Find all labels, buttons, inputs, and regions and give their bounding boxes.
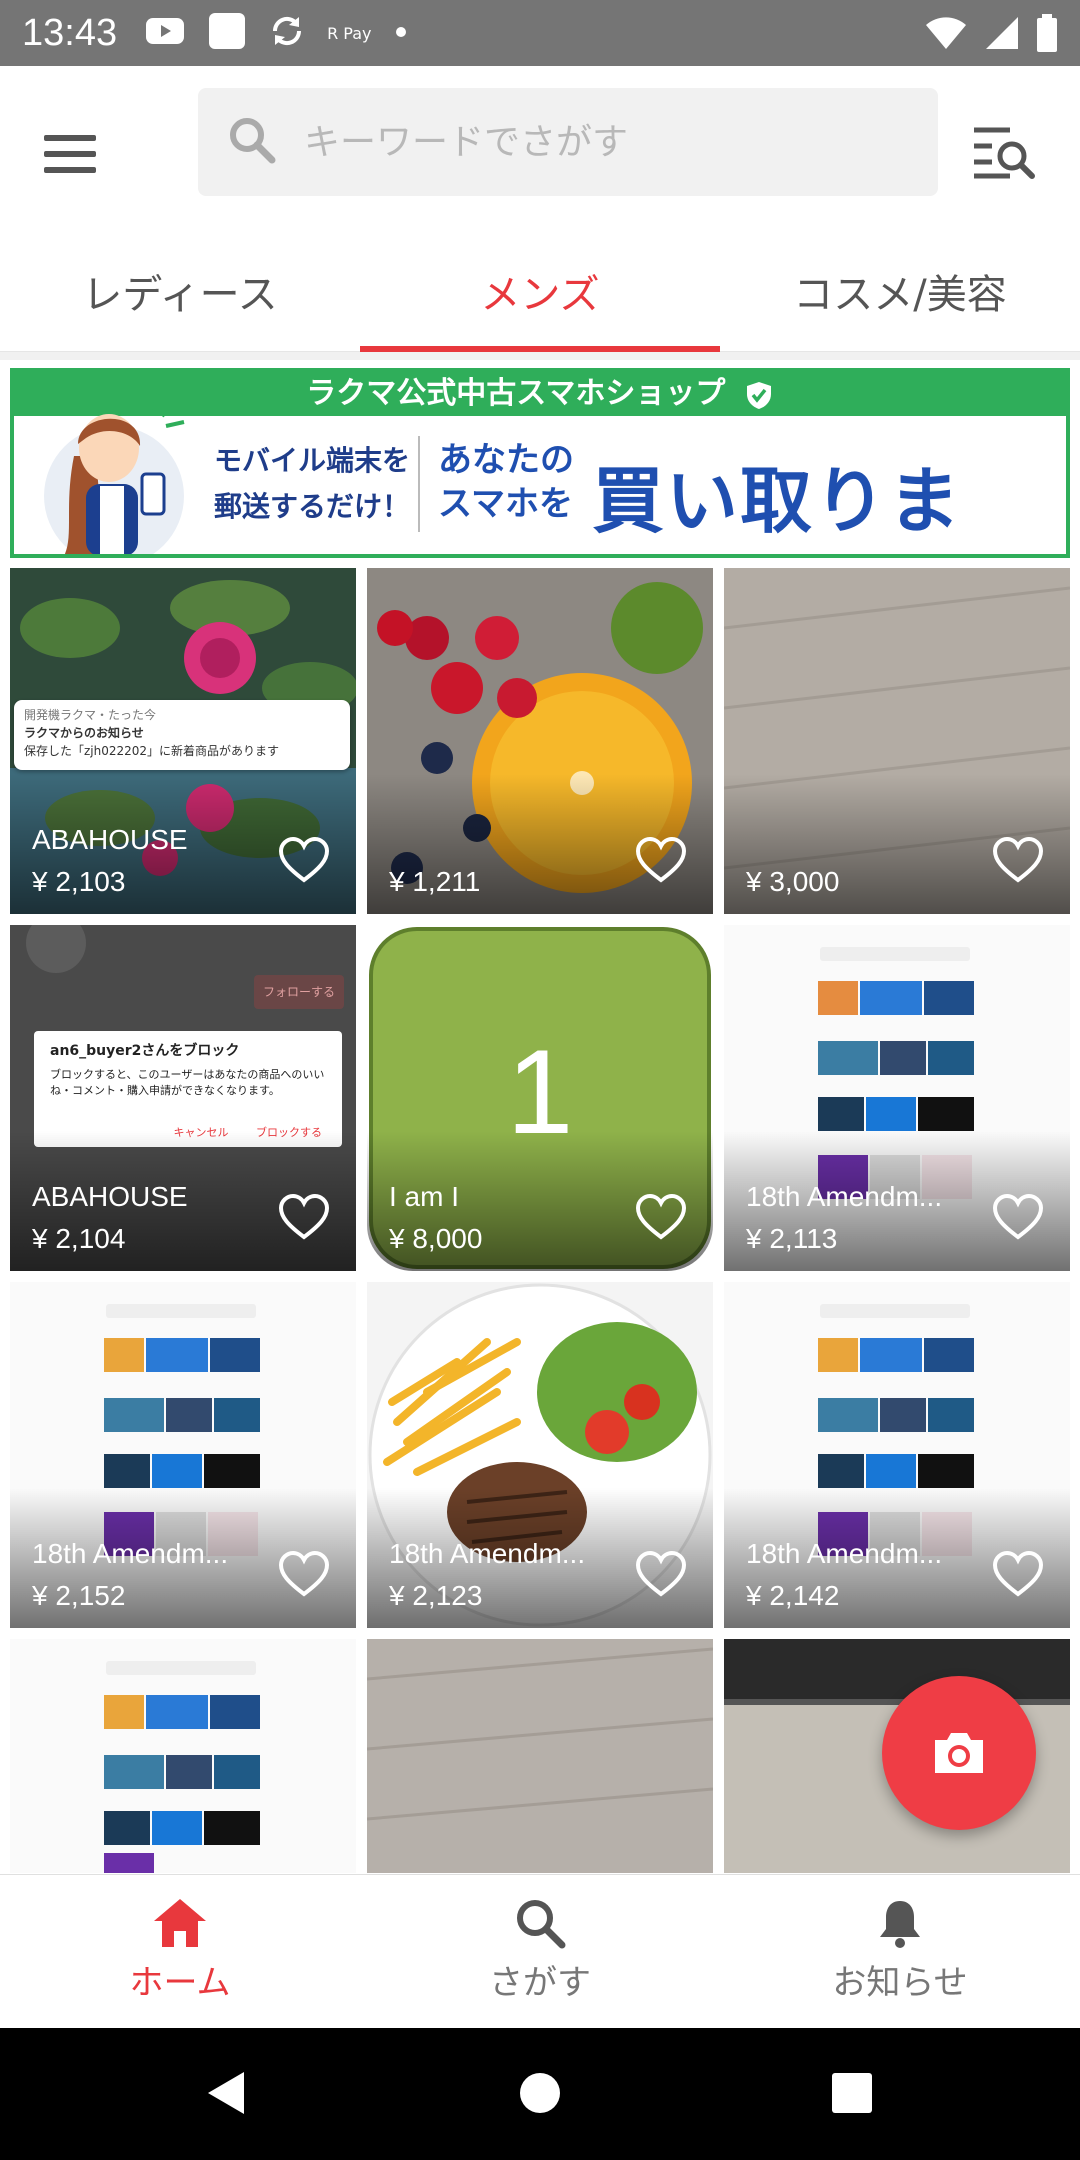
shield-check-icon	[746, 381, 771, 409]
product-name: 18th Amendm...	[746, 1538, 943, 1569]
product-name: I am I	[389, 1181, 460, 1212]
product-tile[interactable]: 開発機ラクマ・たった今 ラクマからのお知らせ 保存した「zjh022202」に新…	[10, 568, 356, 914]
product-price: ¥ 3,000	[746, 866, 840, 897]
status-time: 13:43	[22, 11, 118, 54]
product-price: ¥ 2,152	[32, 1580, 126, 1611]
product-price: ¥ 1,211	[389, 866, 481, 897]
bell-icon	[880, 1901, 920, 1948]
product-price: ¥ 8,000	[389, 1223, 483, 1254]
product-price: ¥ 2,104	[32, 1223, 126, 1254]
product-tile[interactable]: 18th Amendm... ¥ 2,113	[724, 925, 1070, 1271]
search-icon	[226, 114, 278, 170]
heart-icon[interactable]	[278, 1193, 330, 1241]
rpay-icon: R Pay	[327, 23, 372, 43]
banner-separator	[418, 436, 420, 532]
product-tile[interactable]: フォローする an6_buyer2さんをブロック ブロックすると、このユーザーは…	[10, 925, 356, 1271]
banner-mid-line1: あなたの	[438, 440, 574, 480]
banner-left-copy: モバイル端末を 郵送するだけ！	[214, 438, 410, 530]
woman-with-phone-illustration	[44, 393, 185, 554]
nav-search[interactable]: さがす	[360, 1875, 720, 2028]
category-tabs: レディース メンズ コスメ/美容	[0, 222, 1080, 352]
product-tile[interactable]: ¥ 3,000	[724, 568, 1070, 914]
banner-mid-line2: スマホを	[438, 484, 573, 524]
product-price: ¥ 2,113	[746, 1223, 838, 1254]
product-price: ¥ 2,123	[389, 1580, 483, 1611]
block-dialog-overlay: an6_buyer2さんをブロック ブロックすると、このユーザーはあなたの商品へ…	[34, 1031, 342, 1147]
product-price: ¥ 2,103	[32, 866, 126, 897]
banner-left-line1: モバイル端末を	[214, 444, 411, 477]
tab-ladies[interactable]: レディース	[0, 222, 360, 351]
promo-banner[interactable]: ラクマ公式中古スマホショップ モバイル端末を 郵送するだけ！ あなたの スマホを…	[10, 368, 1070, 558]
home-circle-icon[interactable]	[518, 2068, 562, 2118]
heart-icon[interactable]	[635, 836, 687, 884]
heart-icon[interactable]	[278, 836, 330, 884]
banner-body: モバイル端末を 郵送するだけ！ あなたの スマホを 買い取ります！	[14, 393, 1066, 554]
app-square-icon	[207, 11, 247, 55]
heart-icon[interactable]	[992, 1193, 1044, 1241]
dot-icon	[394, 24, 408, 43]
camera-icon	[935, 1733, 983, 1773]
tab-mens[interactable]: メンズ	[360, 222, 720, 352]
product-name: 18th Amendm...	[746, 1181, 943, 1212]
heart-icon[interactable]	[278, 1550, 330, 1598]
menu-line	[44, 151, 96, 157]
product-tile[interactable]: 18th Amendm... ¥ 2,152	[10, 1282, 356, 1628]
banner-mid-copy: あなたの スマホを	[438, 438, 574, 526]
product-image-app-screenshot	[10, 1639, 356, 1873]
camera-fab-button[interactable]	[882, 1676, 1036, 1830]
block-dialog-body: ブロックすると、このユーザーはあなたの商品へのいいね・コメント・購入申請ができな…	[50, 1068, 325, 1097]
heart-icon[interactable]	[992, 1550, 1044, 1598]
product-tile[interactable]: ¥ 1,211	[367, 568, 713, 914]
product-name: 18th Amendm...	[32, 1538, 229, 1569]
heart-icon[interactable]	[992, 836, 1044, 884]
product-tile[interactable]	[367, 1639, 713, 1873]
product-tile[interactable]: 1 I am I ¥ 8,000	[367, 925, 713, 1271]
notification-app: 開発機ラクマ・たった今	[24, 708, 157, 722]
block-dialog-title: an6_buyer2さんをブロック	[50, 1043, 240, 1059]
search-icon	[517, 1900, 566, 1949]
search-filter-button[interactable]	[970, 116, 1040, 186]
menu-line	[44, 167, 96, 173]
notification-body: 保存した「zjh022202」に新着商品があります	[24, 744, 280, 758]
nav-search-label: さがす	[489, 1963, 591, 2003]
battery-icon	[1036, 14, 1058, 56]
bottom-navigation: ホーム さがす お知らせ	[0, 1874, 1080, 2028]
search-bar[interactable]	[198, 88, 938, 196]
youtube-icon	[145, 16, 185, 50]
hamburger-menu-button[interactable]	[44, 122, 108, 186]
nav-home[interactable]: ホーム	[0, 1875, 360, 2028]
notification-title: ラクマからのお知らせ	[24, 726, 144, 740]
follow-button-text: フォローする	[262, 985, 335, 999]
menu-line	[44, 135, 96, 141]
product-price: ¥ 2,142	[746, 1580, 840, 1611]
product-image-wood	[367, 1639, 713, 1873]
back-icon[interactable]	[204, 2068, 248, 2118]
nav-notifications-label: お知らせ	[832, 1963, 968, 2003]
banner-left-line2: 郵送するだけ！	[214, 490, 411, 523]
list-search-icon	[974, 127, 1035, 179]
wifi-icon	[924, 15, 968, 55]
heart-icon[interactable]	[635, 1193, 687, 1241]
nav-notifications[interactable]: お知らせ	[720, 1875, 1080, 2028]
banner-title-text: ラクマ公式中古スマホショップ	[306, 376, 726, 411]
product-tile[interactable]: 18th Amendm... ¥ 2,123	[367, 1282, 713, 1628]
banner-headline: 買い取ります！	[592, 459, 963, 543]
notification-overlay: 開発機ラクマ・たった今 ラクマからのお知らせ 保存した「zjh022202」に新…	[14, 700, 350, 770]
nav-home-label: ホーム	[129, 1963, 231, 2003]
status-bar: 13:43 R Pay	[0, 0, 1080, 66]
product-name: ABAHOUSE	[32, 1181, 188, 1212]
recents-icon[interactable]	[830, 2068, 874, 2118]
search-input[interactable]	[304, 121, 864, 163]
tab-cosme[interactable]: コスメ/美容	[720, 222, 1080, 351]
signal-icon	[984, 15, 1020, 55]
product-name: ABAHOUSE	[32, 824, 188, 855]
system-navigation-bar	[0, 2028, 1080, 2160]
heart-icon[interactable]	[635, 1550, 687, 1598]
product-tile[interactable]	[10, 1639, 356, 1873]
divider	[0, 352, 1080, 360]
sync-icon	[269, 13, 305, 53]
product-name: 18th Amendm...	[389, 1538, 586, 1569]
product-tile[interactable]: 18th Amendm... ¥ 2,142	[724, 1282, 1070, 1628]
home-icon	[154, 1899, 206, 1947]
